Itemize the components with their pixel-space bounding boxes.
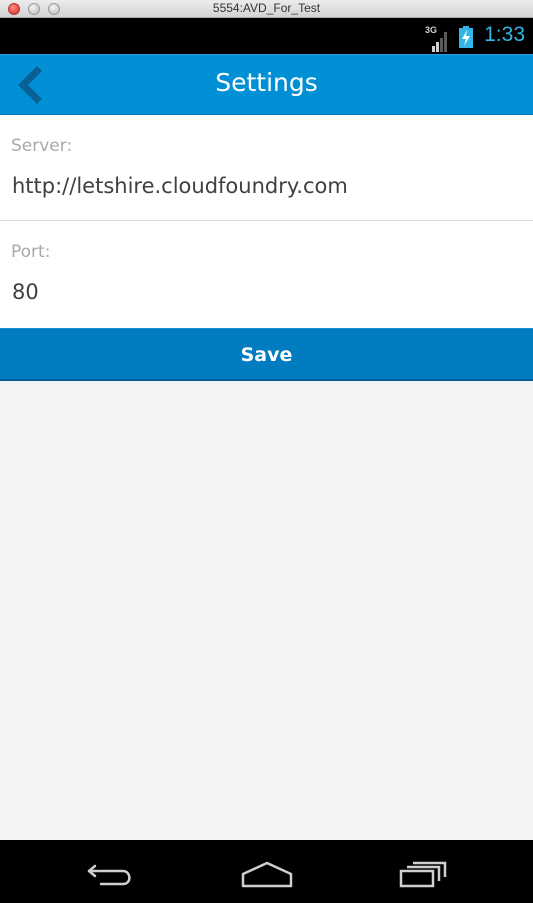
navigation-bar bbox=[0, 840, 533, 903]
home-icon[interactable] bbox=[232, 852, 302, 892]
back-icon[interactable] bbox=[75, 852, 145, 892]
server-field-group: Server: bbox=[0, 115, 533, 221]
status-bar: 3G 1:33 bbox=[0, 18, 533, 54]
status-clock: 1:33 bbox=[484, 23, 525, 46]
port-label: Port: bbox=[11, 242, 51, 262]
settings-form: Server: Port: bbox=[0, 115, 533, 328]
page-title: Settings bbox=[215, 68, 318, 97]
window-titlebar: 5554:AVD_For_Test bbox=[0, 0, 533, 18]
battery-charging-icon bbox=[459, 26, 473, 48]
save-button[interactable]: Save bbox=[0, 328, 533, 381]
window-title: 5554:AVD_For_Test bbox=[212, 1, 321, 15]
server-input[interactable] bbox=[12, 174, 522, 198]
recent-apps-icon[interactable] bbox=[388, 852, 458, 892]
action-bar: Settings bbox=[0, 54, 533, 115]
port-input[interactable] bbox=[12, 280, 522, 304]
port-field-group: Port: bbox=[0, 221, 533, 328]
server-label: Server: bbox=[11, 136, 73, 156]
